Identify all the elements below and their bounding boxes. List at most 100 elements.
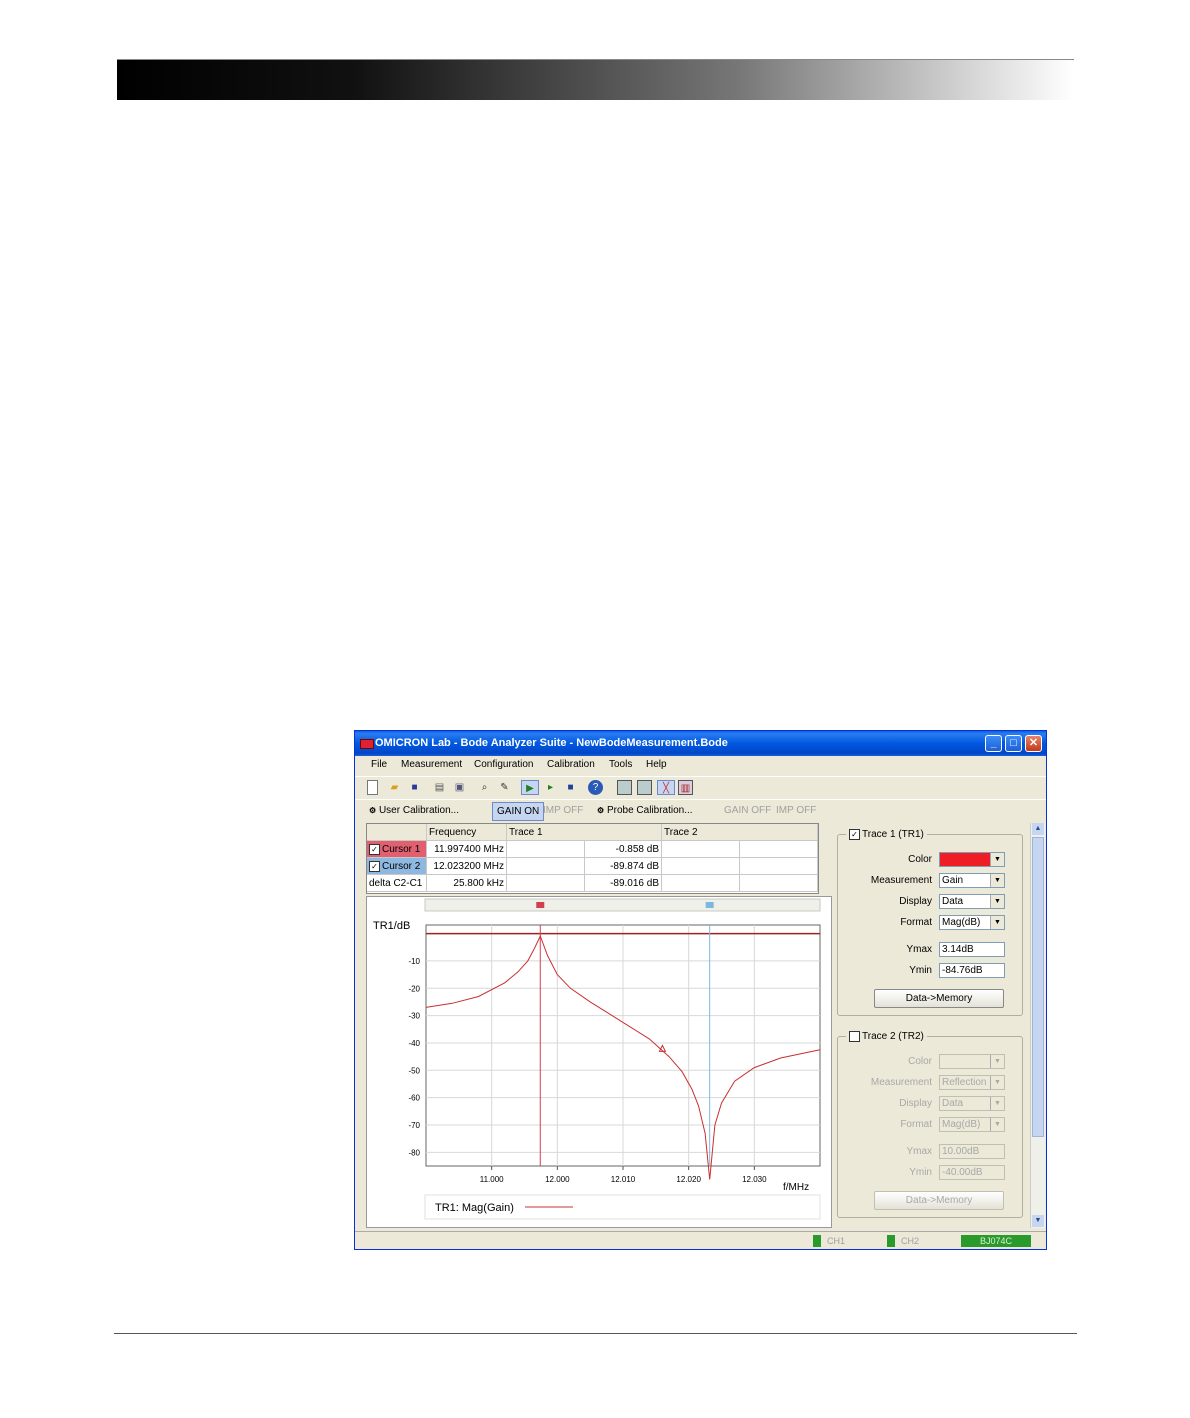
- probe-calibration-button[interactable]: ⚙ Probe Calibration...: [593, 802, 697, 819]
- minimize-button[interactable]: _: [985, 735, 1002, 752]
- trace2-ymin-input[interactable]: -40.00dB: [939, 1165, 1005, 1180]
- gain-on-button[interactable]: GAIN ON: [492, 802, 545, 821]
- panel-scrollbar[interactable]: ▲ ▼: [1030, 823, 1045, 1228]
- cursor2-trace1: -89.874 dB: [585, 858, 662, 875]
- x-tick-label: 11.000: [480, 1175, 504, 1184]
- y-tick-label: -50: [408, 1066, 420, 1075]
- trace1-measurement-select[interactable]: Gain ▼: [939, 873, 1005, 888]
- page-header-bar: [117, 59, 1074, 100]
- trace2-header[interactable]: ✓Trace 2 (TR2): [846, 1031, 927, 1043]
- menu-tools[interactable]: Tools: [609, 759, 632, 770]
- close-button[interactable]: ✕: [1025, 735, 1042, 752]
- table-header-trace2: Trace 2: [662, 824, 818, 841]
- save-icon[interactable]: ■: [407, 780, 422, 795]
- delta-label: delta C2-C1: [367, 875, 427, 892]
- print-icon[interactable]: ▤: [432, 780, 447, 795]
- cal-icon: ⚙: [369, 806, 377, 815]
- app-icon: [360, 739, 374, 749]
- menu-measurement[interactable]: Measurement: [401, 759, 462, 770]
- table-header-blank: [367, 824, 427, 841]
- cursor2-label-cell[interactable]: ✓ Cursor 2: [367, 858, 427, 875]
- zoom-icon[interactable]: ⌕: [477, 780, 492, 795]
- scroll-thumb[interactable]: [1032, 837, 1044, 1137]
- delta-trace1-blank: [507, 875, 585, 892]
- chevron-down-icon: ▼: [990, 1055, 1004, 1068]
- title-bar[interactable]: OMICRON Lab - Bode Analyzer Suite - NewB…: [355, 731, 1046, 756]
- layout-2-icon[interactable]: [637, 780, 652, 795]
- open-folder-icon[interactable]: ▰: [387, 780, 402, 795]
- trace1-header[interactable]: ✓ Trace 1 (TR1): [846, 829, 927, 841]
- trace1-format-select[interactable]: Mag(dB) ▼: [939, 915, 1005, 930]
- cursor1-frequency: 11.997400 MHz: [427, 841, 507, 858]
- maximize-button[interactable]: □: [1005, 735, 1022, 752]
- menu-calibration[interactable]: Calibration: [547, 759, 595, 770]
- user-calibration-button[interactable]: ⚙ User Calibration...: [365, 802, 463, 819]
- single-sweep-icon[interactable]: ▸: [543, 780, 558, 795]
- trace2-measurement-select[interactable]: Reflection ▼: [939, 1075, 1005, 1090]
- menu-configuration[interactable]: Configuration: [474, 759, 533, 770]
- chevron-down-icon: ▼: [990, 1097, 1004, 1110]
- menu-file[interactable]: File: [371, 759, 387, 770]
- trace2-format-value: Mag(dB): [942, 1119, 981, 1130]
- ch2-status: CH2: [901, 1236, 920, 1246]
- cursor-slider-track[interactable]: [424, 898, 821, 912]
- cursor1-checkbox[interactable]: ✓: [369, 843, 380, 855]
- cursor2-trace2-a: [662, 858, 740, 875]
- trace1-title: Trace 1 (TR1): [862, 829, 924, 841]
- trace2-display-select[interactable]: Data ▼: [939, 1096, 1005, 1111]
- menu-help[interactable]: Help: [646, 759, 667, 770]
- x-tick-label: 12.000: [545, 1175, 570, 1184]
- scroll-down-icon[interactable]: ▼: [1032, 1215, 1044, 1227]
- trace1-color-label: Color: [908, 854, 932, 865]
- legend-label: TR1: Mag(Gain): [435, 1202, 514, 1214]
- print-preview-icon[interactable]: ▣: [452, 780, 467, 795]
- trace2-display-value: Data: [942, 1098, 964, 1109]
- probe-gain-off-button[interactable]: GAIN OFF: [720, 802, 775, 819]
- trace1-data-memory-button[interactable]: Data->Memory: [874, 989, 1004, 1008]
- probe-imp-off-button[interactable]: IMP OFF: [772, 802, 820, 819]
- y-tick-label: -60: [408, 1094, 420, 1103]
- chart-area[interactable]: TR1/dB -10 -20 -30 -40 -50 -60 -70 -80 11.000 12…: [366, 896, 832, 1228]
- trace2-color-select[interactable]: ▼: [939, 1054, 1005, 1069]
- trace1-measurement-value: Gain: [942, 875, 964, 886]
- chevron-down-icon: ▼: [990, 853, 1004, 866]
- trace1-ymin-input[interactable]: -84.76dB: [939, 963, 1005, 978]
- scroll-up-icon[interactable]: ▲: [1032, 823, 1044, 835]
- trace1-color-select[interactable]: ▼: [939, 852, 1005, 867]
- cursor2-frequency: 12.023200 MHz: [427, 858, 507, 875]
- trace2-checkbox[interactable]: ✓: [849, 1031, 860, 1042]
- trace2-format-select[interactable]: Mag(dB) ▼: [939, 1117, 1005, 1132]
- y-tick-label: -70: [408, 1121, 420, 1130]
- window-title: OMICRON Lab - Bode Analyzer Suite - NewB…: [375, 737, 728, 749]
- play-icon[interactable]: ▶: [521, 780, 539, 795]
- layout-1-icon[interactable]: [617, 780, 632, 795]
- chart-icon[interactable]: ╳: [657, 780, 675, 795]
- trace2-data-memory-button[interactable]: Data->Memory: [874, 1191, 1004, 1210]
- x-tick-label: 12.030: [742, 1175, 767, 1184]
- trace1-checkbox[interactable]: ✓: [849, 829, 860, 840]
- x-tick-label: 12.010: [611, 1175, 636, 1184]
- cursor2-checkbox[interactable]: ✓: [369, 860, 380, 872]
- trace1-ymax-input[interactable]: 3.14dB: [939, 942, 1005, 957]
- trace1-display-select[interactable]: Data ▼: [939, 894, 1005, 909]
- stop-icon[interactable]: ■: [563, 780, 578, 795]
- trace2-measurement-label: Measurement: [870, 1077, 932, 1088]
- cursor1-label-cell[interactable]: ✓ Cursor 1: [367, 841, 427, 858]
- x-axis-label: f/MHz: [783, 1182, 809, 1193]
- y-tick-labels: -10 -20 -30 -40 -50 -60 -70 -80: [408, 957, 420, 1157]
- ch1-status: CH1: [827, 1236, 846, 1246]
- ch2-indicator-icon: [887, 1235, 895, 1247]
- x-tick-label: 12.020: [676, 1175, 701, 1184]
- trace2-measurement-value: Reflection: [942, 1077, 987, 1088]
- app-window: OMICRON Lab - Bode Analyzer Suite - NewB…: [354, 730, 1047, 1250]
- trace2-ymax-label: Ymax: [906, 1146, 932, 1157]
- bars-icon[interactable]: ▥: [678, 780, 693, 795]
- trace1-display-label: Display: [899, 896, 932, 907]
- probe-cal-icon: ⚙: [597, 806, 605, 815]
- new-file-icon[interactable]: [367, 780, 378, 795]
- wrench-icon[interactable]: ✎: [497, 780, 512, 795]
- help-icon[interactable]: ?: [588, 780, 603, 795]
- imp-off-button[interactable]: IMP OFF: [539, 802, 587, 819]
- gain-chart[interactable]: TR1/dB -10 -20 -30 -40 -50 -60 -70 -80 11.000 12…: [367, 897, 831, 1227]
- trace2-ymax-input[interactable]: 10.00dB: [939, 1144, 1005, 1159]
